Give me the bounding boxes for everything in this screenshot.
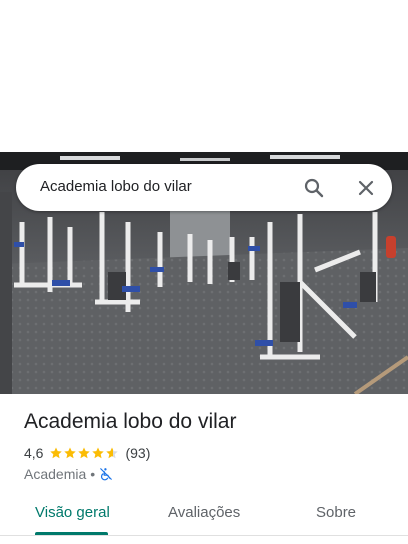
tab-about[interactable]: Sobre bbox=[316, 504, 356, 521]
star-icon bbox=[78, 447, 91, 459]
tab-overview[interactable]: Visão geral bbox=[35, 504, 110, 521]
wheelchair-not-accessible-icon bbox=[100, 468, 113, 481]
search-icon[interactable] bbox=[302, 176, 326, 200]
star-icon bbox=[92, 447, 105, 459]
category-row: Academia • bbox=[24, 465, 113, 483]
rating-value: 4,6 bbox=[24, 445, 44, 461]
search-input[interactable]: Academia lobo do vilar bbox=[40, 178, 192, 195]
category-label: Academia bbox=[24, 466, 87, 482]
star-rating bbox=[49, 446, 119, 460]
close-icon[interactable] bbox=[354, 176, 378, 200]
star-half-icon bbox=[106, 447, 119, 459]
separator: • bbox=[90, 466, 96, 482]
star-icon bbox=[64, 447, 77, 459]
divider bbox=[0, 535, 408, 536]
place-tabs: Visão geral Avaliações Sobre bbox=[0, 496, 408, 536]
star-icon bbox=[50, 447, 63, 459]
tab-reviews[interactable]: Avaliações bbox=[168, 504, 240, 521]
search-bar[interactable]: Academia lobo do vilar bbox=[16, 164, 392, 211]
rating-row[interactable]: 4,6 (93) bbox=[24, 444, 150, 462]
review-count[interactable]: (93) bbox=[125, 445, 150, 461]
place-title: Academia lobo do vilar bbox=[24, 410, 237, 433]
